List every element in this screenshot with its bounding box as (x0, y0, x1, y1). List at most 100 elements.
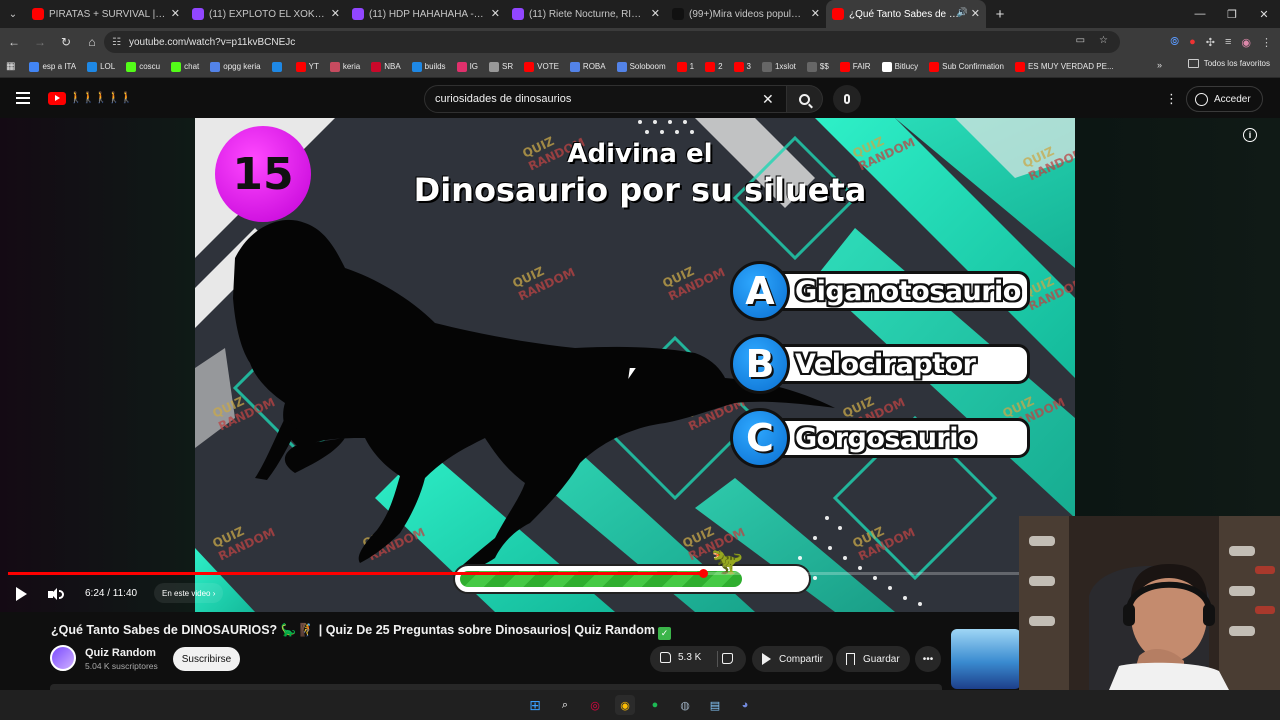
tab-strip: ⌄ PIRATAS + SURVIVAL | WindRo✕(11) EXPLO… (0, 0, 1280, 28)
bookmark-item[interactable]: builds (411, 61, 446, 72)
bookmark-star-icon[interactable]: ☆ (1099, 35, 1108, 46)
close-tab-icon[interactable]: ✕ (651, 7, 660, 20)
start-windows-icon[interactable]: ⊞ (525, 695, 545, 715)
bookmark-item[interactable]: opgg keria (210, 61, 261, 72)
settings-kebab-icon[interactable]: ⋮ (1165, 92, 1178, 105)
bookmark-item[interactable]: Bitlucy (881, 61, 918, 72)
browser-tab[interactable]: PIRATAS + SURVIVAL | WindRo ✕ (26, 0, 186, 28)
close-tab-icon[interactable]: ✕ (811, 7, 820, 20)
like-button[interactable]: 5.3 K (660, 652, 701, 663)
option-a-text: Giganotosaurio (756, 271, 1030, 311)
bookmark-favicon-icon (29, 61, 40, 72)
close-tab-icon[interactable]: ✕ (331, 7, 340, 20)
subscribe-button[interactable]: Suscribirse (173, 647, 240, 671)
bookmark-item[interactable]: LOL (87, 61, 115, 72)
bookmark-item[interactable]: chat (171, 61, 199, 72)
bookmark-item[interactable]: NBA (371, 61, 401, 72)
puzzle-icon[interactable]: ✣ (1206, 36, 1215, 49)
play-icon[interactable] (16, 587, 27, 601)
close-window-icon[interactable]: ✕ (1248, 0, 1280, 28)
bookmarks-overflow-chevron-icon[interactable]: » (1157, 60, 1162, 70)
bookmark-item[interactable]: coscu (126, 61, 160, 72)
cast-icon[interactable]: ▭ (1076, 35, 1085, 46)
steam-icon[interactable]: ◍ (675, 695, 695, 715)
tab-search-chevron-icon[interactable]: ⌄ (0, 0, 26, 28)
search-input[interactable]: curiosidades de dinosaurios (424, 85, 787, 113)
sign-in-button[interactable]: Acceder (1186, 86, 1263, 112)
app-1-icon[interactable]: ◎ (585, 695, 605, 715)
browser-tab[interactable]: (11) HDP HAHAHAHA - Twitch ✕ (346, 0, 506, 28)
minimize-icon[interactable]: — (1184, 0, 1216, 28)
bookmark-label: VOTE (537, 62, 559, 71)
apps-grid-icon[interactable]: ▦ (6, 61, 15, 72)
chapters-button[interactable]: En este video › (154, 583, 224, 603)
bookmark-item[interactable]: esp a ITA (29, 61, 77, 72)
media-list-icon[interactable]: ≡ (1225, 36, 1231, 48)
youtube-logo-icon[interactable] (48, 92, 66, 105)
restore-icon[interactable]: ❐ (1216, 0, 1248, 28)
hamburger-menu-icon[interactable] (16, 92, 30, 104)
video-frame[interactable]: QUIZ RANDOM QUIZ RANDOM QUIZ RANDOM QUIZ RAN… (195, 118, 1075, 612)
close-tab-icon[interactable]: ✕ (171, 7, 180, 20)
taskbar-search-icon[interactable]: ⌕ (555, 695, 575, 715)
forward-arrow-icon[interactable]: → (28, 28, 52, 56)
bookmark-favicon-icon (524, 61, 535, 72)
new-tab-plus-icon[interactable]: + (986, 0, 1014, 28)
home-icon[interactable]: ⌂ (80, 28, 104, 56)
all-bookmarks-folder[interactable]: Todos los favoritos (1187, 59, 1270, 68)
bookmark-item[interactable] (271, 61, 285, 72)
volume-icon[interactable] (48, 588, 64, 601)
bookmark-item[interactable]: 3 (733, 61, 751, 72)
extension-2-icon[interactable]: ● (1189, 36, 1196, 48)
save-button[interactable]: Guardar (836, 646, 910, 672)
back-arrow-icon[interactable]: ← (2, 28, 26, 56)
bookmark-item[interactable]: keria (329, 61, 361, 72)
bookmark-label: keria (342, 62, 361, 71)
thumbs-down-icon[interactable] (722, 653, 733, 664)
video-title-text: ¿Qué Tanto Sabes de DINOSAURIOS? 🦕 🧗 | Q… (51, 623, 655, 637)
browser-tab[interactable]: (11) EXPLOTÓ EL XOKAS - Twit ✕ (186, 0, 346, 28)
spotify-icon[interactable]: ● (645, 695, 665, 715)
bookmark-item[interactable]: $$ (806, 61, 829, 72)
info-icon[interactable]: i (1243, 128, 1257, 142)
tab-audio-icon[interactable]: 🔊 (957, 7, 968, 18)
search-button[interactable] (787, 85, 823, 113)
bookmark-item[interactable]: Soloboom (616, 61, 666, 72)
tab-title: ¿Qué Tanto Sabes de DINO (849, 8, 966, 20)
channel-avatar[interactable] (50, 645, 76, 671)
bookmark-item[interactable]: FAIR (839, 61, 871, 72)
bookmark-item[interactable]: 1xslot (761, 61, 796, 72)
bookmark-item[interactable]: ES MUY VERDAD PE... (1014, 61, 1114, 72)
browser-tab[interactable]: (99+)Mira videos populares sel ✕ (666, 0, 826, 28)
bookmark-item[interactable]: VOTE (524, 61, 559, 72)
clear-search-icon[interactable]: ✕ (762, 91, 774, 108)
channel-name[interactable]: Quiz Random (85, 647, 156, 659)
bookmark-item[interactable]: ROBA (569, 61, 606, 72)
site-info-icon[interactable]: ☷ (112, 37, 121, 48)
browser-tab[interactable]: ¿Qué Tanto Sabes de DINO 🔊 ✕ (826, 0, 986, 28)
bookmark-item[interactable]: IG (456, 61, 478, 72)
voice-search-mic-icon[interactable] (833, 85, 861, 113)
doodle-figures-icon[interactable]: 🚶🚶🚶🚶🚶 (69, 91, 133, 104)
bookmark-item[interactable]: YT (295, 61, 319, 72)
close-tab-icon[interactable]: ✕ (971, 7, 980, 20)
reload-icon[interactable]: ↻ (54, 28, 78, 56)
discord-icon[interactable]: ◕ (735, 695, 755, 715)
notepad-icon[interactable]: ▤ (705, 695, 725, 715)
recommended-video-thumbnail[interactable] (951, 629, 1021, 689)
browser-tab[interactable]: (11) Riete Nocturne, RIETE ! xd ✕ (506, 0, 666, 28)
address-bar[interactable]: ☷ youtube.com/watch?v=p11kvBCNEJc ▭ ☆ (104, 31, 1120, 53)
bookmark-item[interactable]: SR (489, 61, 513, 72)
share-button[interactable]: Compartir (752, 646, 833, 672)
bookmark-label: esp a ITA (42, 62, 77, 71)
more-actions-icon[interactable]: ••• (915, 646, 941, 672)
extension-1-icon[interactable]: ⦾ (1170, 36, 1179, 49)
close-tab-icon[interactable]: ✕ (491, 7, 500, 20)
bookmark-item[interactable]: Sub Confirmation (929, 61, 1004, 72)
app-root: ⌄ PIRATAS + SURVIVAL | WindRo✕(11) EXPLO… (0, 0, 1280, 720)
browser-menu-icon[interactable]: ⋮ (1261, 36, 1272, 49)
bookmark-item[interactable]: 2 (705, 61, 723, 72)
chrome-icon[interactable]: ◉ (615, 695, 635, 715)
profile-icon[interactable]: ◉ (1241, 36, 1251, 49)
bookmark-item[interactable]: 1 (676, 61, 694, 72)
